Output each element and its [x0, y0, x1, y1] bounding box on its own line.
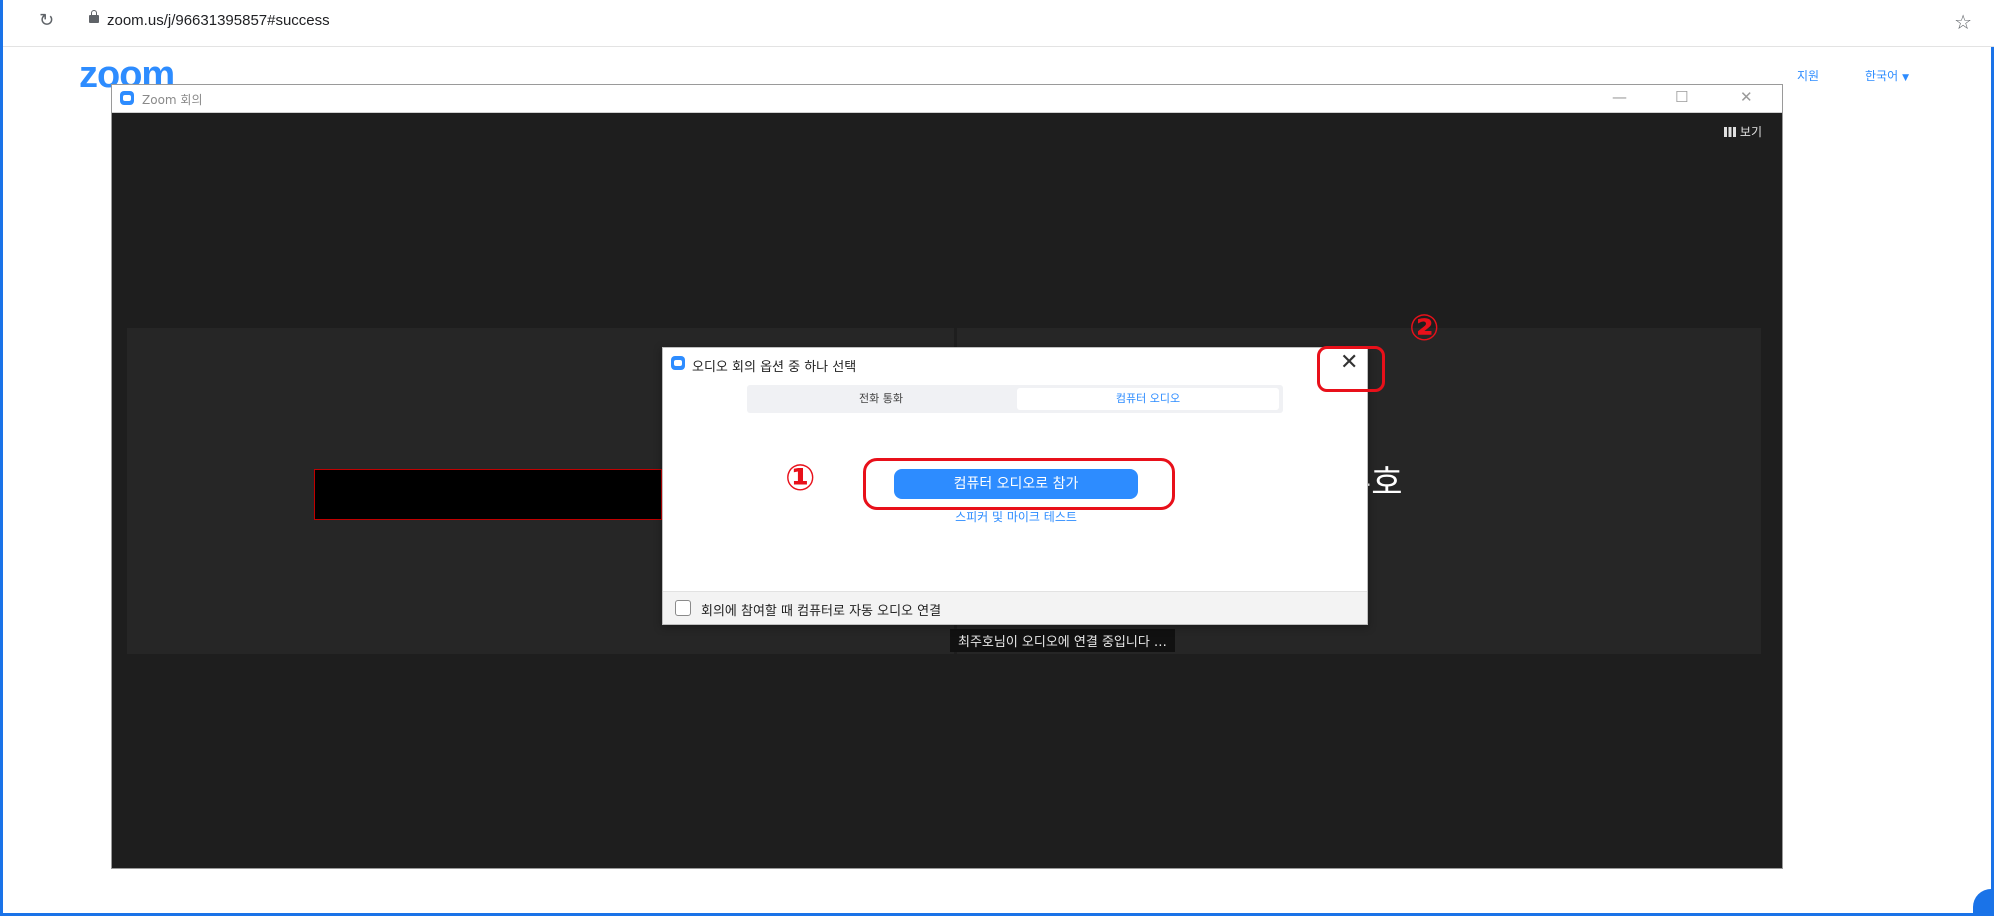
- audio-tabs: 전화 통화 컴퓨터 오디오: [747, 385, 1283, 413]
- auto-connect-label: 회의에 참여할 때 컴퓨터로 자동 오디오 연결: [701, 604, 942, 619]
- annotation-highlight-close: [1317, 346, 1385, 392]
- annotation-highlight-join: [863, 458, 1175, 510]
- language-label: 한국어: [1865, 69, 1899, 83]
- chevron-down-icon: ▼: [1902, 73, 1910, 83]
- browser-address-bar: ↻ zoom.us/j/96631395857#success ☆: [3, 0, 1994, 47]
- zoom-app-icon: [120, 91, 134, 105]
- redacted-name-box: [314, 469, 662, 520]
- screenshot-frame: ↻ zoom.us/j/96631395857#success ☆ zoom 지…: [0, 0, 1994, 916]
- language-selector[interactable]: 한국어 ▼: [1865, 67, 1909, 84]
- maximize-button[interactable]: ☐: [1675, 88, 1688, 106]
- dialog-footer: 회의에 참여할 때 컴퓨터로 자동 오디오 연결: [663, 591, 1367, 624]
- corner-accent: [1973, 889, 1991, 913]
- window-close-button[interactable]: ✕: [1740, 88, 1753, 106]
- url-field[interactable]: zoom.us/j/96631395857#success: [107, 12, 330, 29]
- view-label: 보기: [1739, 125, 1762, 139]
- annotation-step-2: ②: [1409, 308, 1440, 349]
- auto-connect-checkbox[interactable]: [675, 600, 691, 616]
- support-link[interactable]: 지원: [1797, 67, 1819, 84]
- annotation-step-1: ①: [785, 458, 816, 499]
- view-button[interactable]: 보기: [1723, 123, 1762, 140]
- minimize-button[interactable]: —: [1612, 88, 1627, 106]
- lock-icon: [89, 10, 99, 23]
- grid-icon: [1723, 127, 1736, 137]
- window-title: Zoom 회의: [142, 93, 203, 107]
- window-titlebar: Zoom 회의 — ☐ ✕: [112, 85, 1782, 113]
- bookmark-star-icon[interactable]: ☆: [1954, 10, 1972, 34]
- dialog-title: 오디오 회의 옵션 중 하나 선택: [692, 360, 857, 375]
- audio-connecting-status: 최주호님이 오디오에 연결 중입니다 …: [950, 629, 1175, 652]
- test-speaker-mic-link[interactable]: 스피커 및 마이크 테스트: [903, 508, 1129, 525]
- tab-phone-call[interactable]: 전화 통화: [750, 388, 1012, 410]
- tab-computer-audio[interactable]: 컴퓨터 오디오: [1017, 388, 1279, 410]
- reload-icon[interactable]: ↻: [39, 10, 54, 31]
- zoom-app-icon: [671, 356, 685, 370]
